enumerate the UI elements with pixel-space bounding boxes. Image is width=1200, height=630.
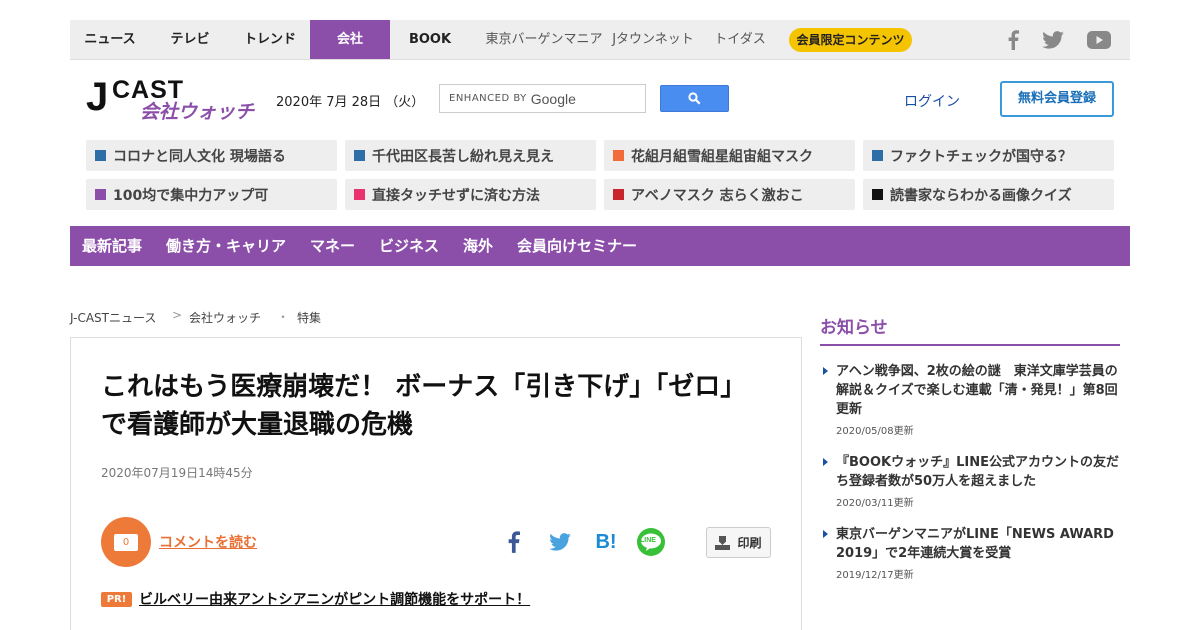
login-link[interactable]: ログイン — [904, 91, 960, 111]
notice-item[interactable]: 東京バーゲンマニアがLINE「NEWS AWARD 2019」で2年連続大賞を受… — [836, 525, 1126, 581]
search-button[interactable] — [660, 85, 729, 112]
print-icon — [715, 535, 731, 550]
tag-color-square — [95, 150, 106, 161]
topic-tag[interactable]: コロナと同人文化 現場語る — [86, 140, 337, 171]
read-comments-link[interactable]: コメントを読む — [159, 532, 257, 552]
tag-label: 読書家ならわかる画像クイズ — [890, 187, 1072, 204]
tag-color-square — [613, 150, 624, 161]
tag-label: 直接タッチせずに済む方法 — [372, 187, 540, 204]
breadcrumb-item[interactable]: 会社ウォッチ — [189, 309, 261, 326]
tag-label: アベノマスク 志らく激おこ — [631, 187, 804, 204]
topic-tag[interactable]: 直接タッチせずに済む方法 — [345, 179, 596, 210]
notice-item-date: 2019/12/17更新 — [836, 570, 914, 581]
share-twitter-icon[interactable] — [547, 527, 573, 557]
notice-item-title[interactable]: 『BOOKウォッチ』LINE公式アカウントの友だち登録者数が50万人を超えました — [836, 453, 1126, 491]
pr-link[interactable]: ビルベリー由来アントシアニンがピント調節機能をサポート！ — [139, 589, 530, 609]
tag-color-square — [354, 189, 365, 200]
category-latest[interactable]: 最新記事 — [82, 226, 142, 266]
notice-item[interactable]: 『BOOKウォッチ』LINE公式アカウントの友だち登録者数が50万人を超えました… — [836, 453, 1126, 509]
line-label: LINE — [640, 537, 656, 544]
tag-label: 花組月組雪組星組宙組マスク — [631, 148, 813, 165]
site-logo[interactable]: J CAST 会社ウォッチ — [86, 75, 256, 126]
notice-item-title[interactable]: アヘン戦争図、2枚の絵の謎 東洋文庫学芸員の解説＆クイズで楽しむ連載「清・発見！… — [836, 362, 1126, 419]
top-navigation: ニュース テレビ トレンド 会社 BOOK 東京バーゲンマニア Jタウンネット … — [70, 20, 1130, 60]
category-seminar[interactable]: 会員向けセミナー — [517, 226, 637, 266]
members-content-badge[interactable]: 会員限定コンテンツ — [789, 28, 912, 52]
breadcrumb-current: 特集 — [297, 311, 322, 325]
logo-j: J — [86, 75, 109, 119]
register-button[interactable]: 無料会員登録 — [1000, 81, 1114, 117]
nav-item-news[interactable]: ニュース — [70, 20, 150, 59]
tag-label: コロナと同人文化 現場語る — [113, 148, 286, 165]
breadcrumb-separator: > — [172, 308, 183, 322]
nav-item-jtown[interactable]: Jタウンネット — [608, 20, 698, 59]
nav-item-trend[interactable]: トレンド — [230, 20, 310, 59]
share-line-icon[interactable]: LINE — [636, 527, 666, 557]
category-overseas[interactable]: 海外 — [463, 226, 493, 266]
tag-color-square — [354, 150, 365, 161]
notice-heading: お知らせ — [820, 318, 888, 338]
category-bar: 最新記事 働き方・キャリア マネー ビジネス 海外 会員向けセミナー — [70, 226, 1130, 266]
share-hatena-bookmark-icon[interactable]: B! — [592, 527, 620, 557]
topic-tag[interactable]: 読書家ならわかる画像クイズ — [863, 179, 1114, 210]
hatena-label: B! — [595, 530, 617, 553]
tag-color-square — [872, 189, 883, 200]
share-facebook-icon[interactable] — [503, 527, 525, 557]
topic-tag[interactable]: アベノマスク 志らく激おこ — [604, 179, 855, 210]
twitter-icon[interactable] — [1040, 20, 1066, 59]
topic-tag[interactable]: ファクトチェックが国守る？ — [863, 140, 1114, 171]
comment-count-button[interactable]: 0 — [101, 517, 151, 567]
tag-color-square — [613, 189, 624, 200]
article-date: 2020年07月19日14時45分 — [101, 466, 253, 480]
category-money[interactable]: マネー — [310, 226, 355, 266]
notice-item-date: 2020/05/08更新 — [836, 426, 914, 437]
bullet-arrow-icon — [823, 530, 828, 538]
tag-label: 千代田区長苦し紛れ見え見え — [372, 148, 554, 165]
tag-color-square — [872, 150, 883, 161]
print-button[interactable]: 印刷 — [706, 527, 771, 558]
nav-item-toidas[interactable]: トイダス — [708, 20, 772, 59]
header-date: 2020年 7月 28日 （火） — [276, 95, 425, 110]
bullet-arrow-icon — [823, 458, 828, 466]
search-enhanced-label: ENHANCED BY — [449, 93, 527, 104]
comment-count: 0 — [114, 533, 138, 551]
topic-tag[interactable]: 千代田区長苦し紛れ見え見え — [345, 140, 596, 171]
nav-item-book[interactable]: BOOK — [390, 20, 470, 59]
tag-color-square — [95, 189, 106, 200]
logo-cast: CAST — [112, 76, 185, 104]
category-career[interactable]: 働き方・キャリア — [166, 226, 286, 266]
tag-label: 100均で集中力アップ可 — [113, 187, 269, 204]
search-icon — [688, 92, 701, 105]
google-wordmark: Google — [530, 90, 576, 107]
tag-label: ファクトチェックが国守る？ — [890, 148, 1072, 165]
topic-tag[interactable]: 花組月組雪組星組宙組マスク — [604, 140, 855, 171]
breadcrumb-separator: ・ — [277, 310, 290, 324]
logo-subtitle: 会社ウォッチ — [140, 101, 255, 123]
print-label: 印刷 — [737, 536, 762, 550]
breadcrumb-item[interactable]: J-CASTニュース — [70, 309, 156, 326]
bullet-arrow-icon — [823, 367, 828, 375]
category-business[interactable]: ビジネス — [379, 226, 439, 266]
nav-item-tv[interactable]: テレビ — [150, 20, 230, 59]
topic-tag[interactable]: 100均で集中力アップ可 — [86, 179, 337, 210]
youtube-icon[interactable] — [1085, 20, 1113, 59]
notice-item[interactable]: アヘン戦争図、2枚の絵の謎 東洋文庫学芸員の解説＆クイズで楽しむ連載「清・発見！… — [836, 362, 1126, 437]
pr-badge: PR! — [101, 592, 132, 607]
notice-item-title[interactable]: 東京バーゲンマニアがLINE「NEWS AWARD 2019」で2年連続大賞を受… — [836, 525, 1126, 563]
article-headline: これはもう医療崩壊だ！ ボーナス「引き下げ」「ゼロ」で看護師が大量退職の危機 — [101, 372, 734, 440]
search-input[interactable]: ENHANCED BY Google — [439, 84, 646, 113]
notice-divider — [820, 344, 1120, 346]
facebook-icon[interactable] — [1003, 20, 1023, 59]
notice-item-date: 2020/03/11更新 — [836, 498, 914, 509]
nav-item-company[interactable]: 会社 — [310, 20, 390, 59]
nav-item-bargain-mania[interactable]: 東京バーゲンマニア — [474, 20, 614, 59]
